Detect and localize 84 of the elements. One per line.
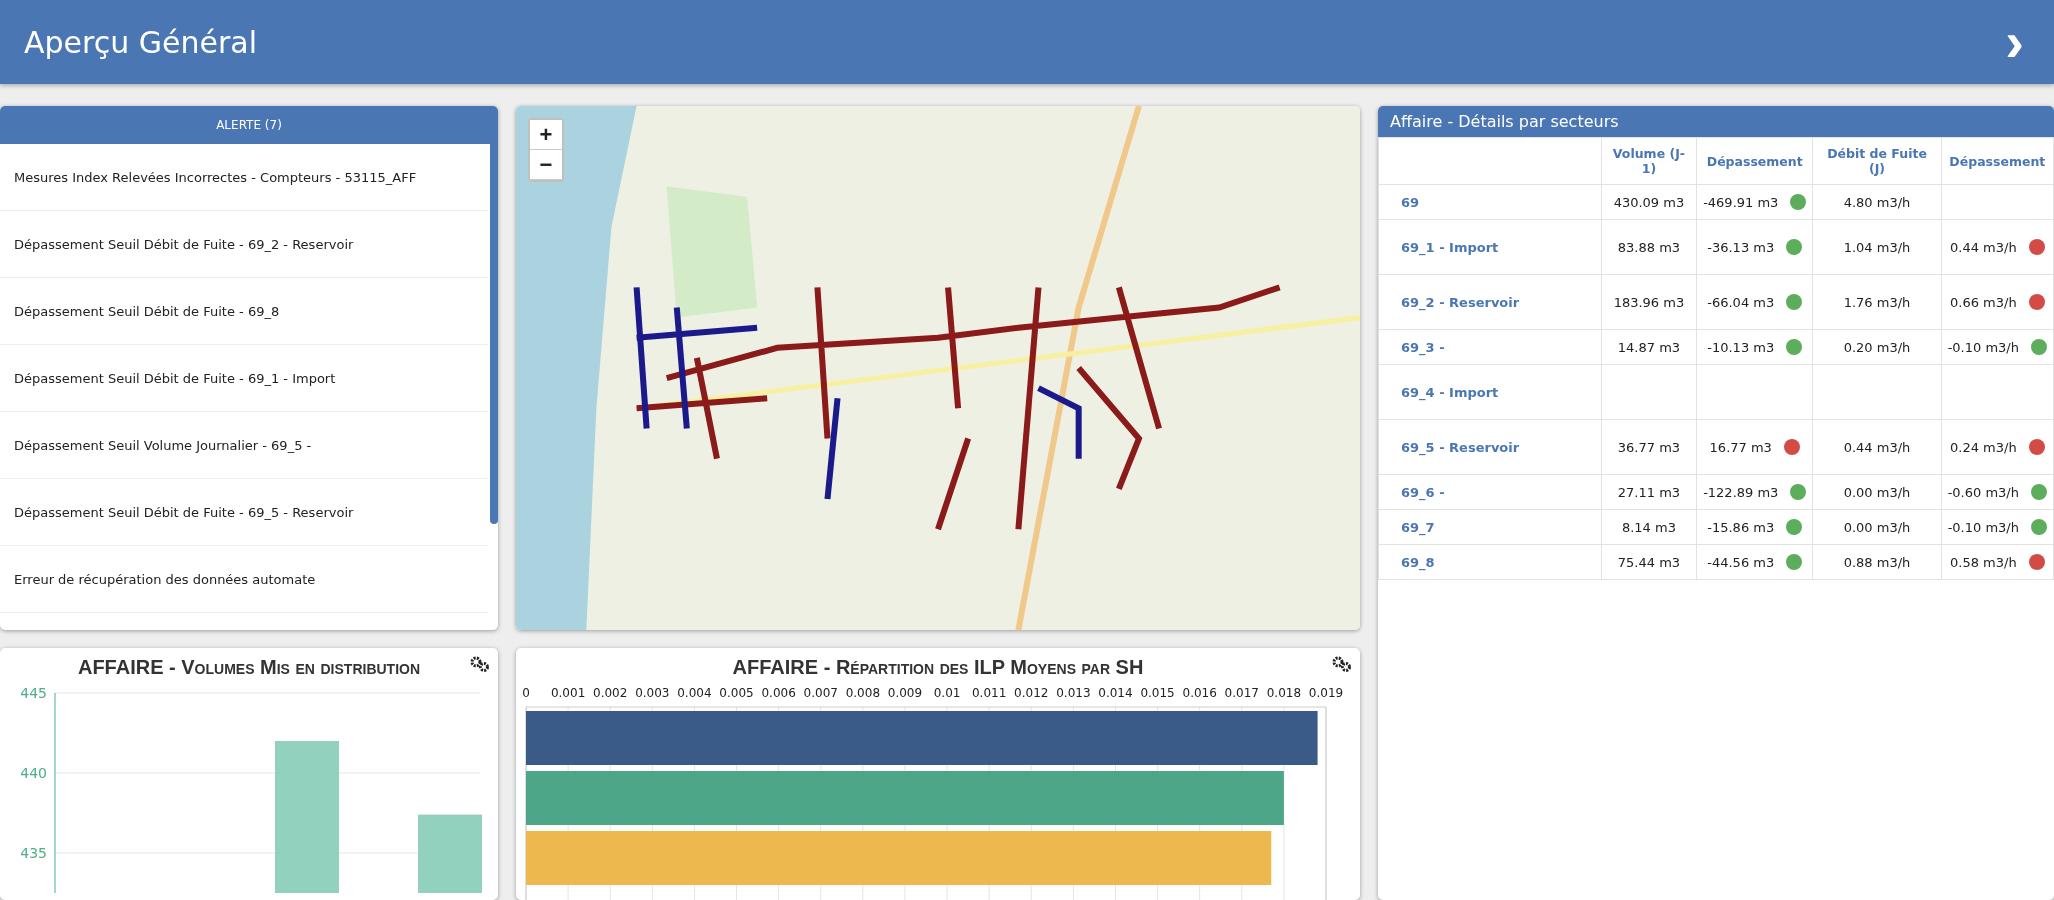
column-header: Dépassement (1941, 137, 2054, 185)
table-cell: 0.58 m3/h (1941, 544, 2054, 580)
table-cell: 0.00 m3/h (1812, 474, 1942, 510)
axis-tick-label: 0.015 (1140, 686, 1175, 700)
table-cell: 183.96 m3 (1601, 274, 1697, 330)
gears-icon[interactable] (1332, 656, 1352, 672)
axis-tick-label: 0.018 (1266, 686, 1302, 700)
table-cell: -122.89 m3 (1696, 474, 1813, 510)
axis-tick-label: 0.006 (761, 686, 796, 700)
axis-tick-label: 0.002 (593, 686, 628, 700)
table-cell: -15.86 m3 (1696, 509, 1813, 545)
alert-item[interactable]: Erreur de récupération des données automate (0, 546, 488, 613)
scrollbar[interactable] (490, 144, 498, 524)
axis-tick-label: 0.01 (933, 686, 961, 700)
page-title: Aperçu Général (24, 24, 257, 60)
axis-tick-label: 0.011 (972, 686, 1007, 700)
chart-title: AFFAIRE - Répartition des ILP Moyens par SH (731, 655, 1145, 679)
table-cell: -10.13 m3 (1696, 329, 1813, 365)
table-cell: 0.44 m3/h (1812, 419, 1942, 475)
column-header: Volume (J-1) (1601, 137, 1697, 185)
table-cell: 4.80 m3/h (1812, 184, 1942, 220)
table-cell: -0.10 m3/h (1941, 509, 2054, 545)
alert-item[interactable]: Dépassement Seuil Débit de Fuite - 69_1 - Import (0, 345, 488, 412)
table-cell: 0.44 m3/h (1941, 219, 2054, 275)
axis-tick-label: 0.009 (887, 686, 923, 700)
sector-link[interactable]: 69_4 - Import (1378, 364, 1602, 420)
sector-link[interactable]: 69_8 (1378, 544, 1602, 580)
axis-tick-label: 0.004 (677, 686, 712, 700)
table-cell: 1.76 m3/h (1812, 274, 1942, 330)
sector-link[interactable]: 69_3 - (1378, 329, 1602, 365)
table-cell: -36.13 m3 (1696, 219, 1813, 275)
column-header: Débit de Fuite (J) (1812, 137, 1942, 185)
axis-tick-label: 0.019 (1308, 686, 1344, 700)
axis-tick-label: 0.008 (845, 686, 880, 700)
table-cell: 36.77 m3 (1601, 419, 1697, 475)
sector-link[interactable]: 69_6 - (1378, 474, 1602, 510)
alert-item[interactable]: Mesures Index Relevées Incorrectes - Compteurs - 53115_AFF (0, 144, 488, 211)
next-button[interactable]: › (1999, 14, 2030, 70)
table-cell: 8.14 m3 (1601, 509, 1697, 545)
alert-item[interactable]: Dépassement Seuil Débit de Fuite - 69_8 (0, 278, 488, 345)
table-cell: -44.56 m3 (1696, 544, 1813, 580)
axis-tick-label: 445 (20, 685, 47, 701)
chart-title: AFFAIRE - Volumes Mis en distribution (76, 655, 422, 679)
alert-item[interactable]: Dépassement Seuil Débit de Fuite - 69_5 - Reservoir (0, 479, 488, 546)
table-cell: -0.60 m3/h (1941, 474, 2054, 510)
sector-link[interactable]: 69_7 (1378, 509, 1602, 545)
table-cell: 83.88 m3 (1601, 219, 1697, 275)
table-cell: 0.66 m3/h (1941, 274, 2054, 330)
axis-tick-label: 0.017 (1224, 686, 1259, 700)
alert-item[interactable]: Dépassement Seuil Débit de Fuite - 69_2 - Reservoir (0, 211, 488, 278)
table-cell: -0.10 m3/h (1941, 329, 2054, 365)
table-cell: -66.04 m3 (1696, 274, 1813, 330)
table-cell: 16.77 m3 (1696, 419, 1813, 475)
axis-tick-label: 0 (522, 686, 530, 700)
panel-title: ALERTE (7) (0, 106, 498, 144)
sector-link[interactable]: 69 (1378, 184, 1602, 220)
axis-tick-label: 0.012 (1014, 686, 1049, 700)
table-cell: 0.88 m3/h (1812, 544, 1942, 580)
axis-tick-label: 0.013 (1056, 686, 1091, 700)
axis-tick-label: 0.001 (550, 686, 586, 700)
table-cell: 1.04 m3/h (1812, 219, 1942, 275)
axis-tick-label: 0.016 (1182, 686, 1217, 700)
table-cell: 430.09 m3 (1601, 184, 1697, 220)
axis-tick-label: 435 (20, 845, 47, 861)
alert-item[interactable]: Dépassement Seuil Volume Journalier - 69_5 - (0, 412, 488, 479)
table-cell: 0.24 m3/h (1941, 419, 2054, 475)
panel-title: Affaire - Détails par secteurs (1378, 106, 2054, 137)
axis-tick-label: 440 (20, 765, 47, 781)
zoom-in-button[interactable]: + (530, 120, 562, 150)
sector-link[interactable]: 69_1 - Import (1378, 219, 1602, 275)
sector-link[interactable]: 69_5 - Reservoir (1378, 419, 1602, 475)
axis-tick-label: 0.007 (803, 686, 838, 700)
table-cell: -469.91 m3 (1696, 184, 1813, 220)
table-cell: 0.00 m3/h (1812, 509, 1942, 545)
axis-tick-label: 0.005 (719, 686, 754, 700)
table-cell: 75.44 m3 (1601, 544, 1697, 580)
axis-tick-label: 0.014 (1098, 686, 1133, 700)
axis-tick-label: 0.003 (635, 686, 670, 700)
column-header: Dépassement (1696, 137, 1813, 185)
table-cell: 0.20 m3/h (1812, 329, 1942, 365)
gears-icon[interactable] (470, 656, 490, 672)
table-cell: 27.11 m3 (1601, 474, 1697, 510)
table-cell: 14.87 m3 (1601, 329, 1697, 365)
sector-link[interactable]: 69_2 - Reservoir (1378, 274, 1602, 330)
